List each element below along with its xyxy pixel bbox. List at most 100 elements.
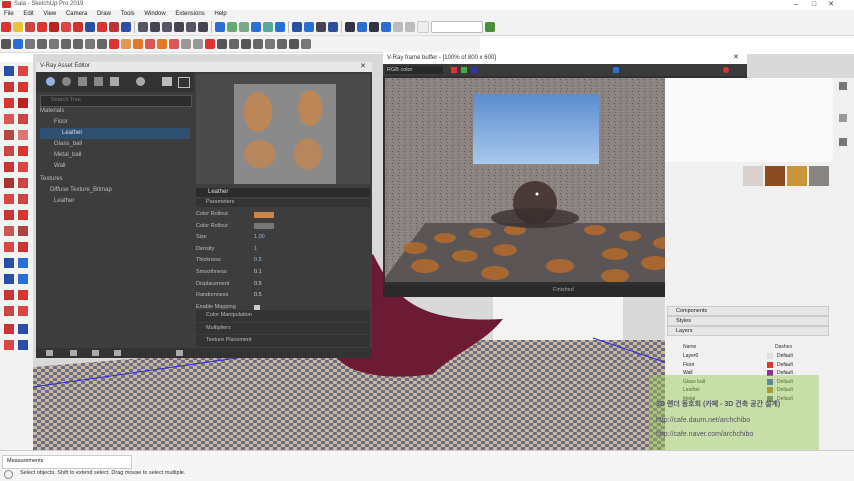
texture-item-bitmap[interactable]: Diffuse Texture_Bitmap xyxy=(40,185,190,196)
mesh-light-icon[interactable] xyxy=(169,39,179,49)
tray-detail-icon[interactable] xyxy=(839,114,847,122)
frame-icon[interactable] xyxy=(73,39,83,49)
geolocation-icon[interactable] xyxy=(369,22,379,32)
displacement-value[interactable]: 0.5 xyxy=(254,279,262,291)
eraser-icon[interactable] xyxy=(25,22,35,32)
rollout-components[interactable]: Components xyxy=(667,306,829,316)
blue-channel-icon[interactable] xyxy=(471,67,477,73)
smoothness-value[interactable]: 0.1 xyxy=(254,267,262,279)
settings-footer-icon[interactable] xyxy=(46,350,53,356)
photo-match-icon[interactable] xyxy=(85,39,95,49)
help-icon[interactable] xyxy=(4,470,13,479)
rotate-icon[interactable] xyxy=(109,22,119,32)
section-plane-icon[interactable] xyxy=(292,22,302,32)
parameters-rollout[interactable]: Parameters xyxy=(196,199,370,207)
layer-dropdown[interactable] xyxy=(431,21,483,33)
move-icon[interactable] xyxy=(97,22,107,32)
select-icon[interactable] xyxy=(1,22,11,32)
layer-row[interactable]: Floor Default xyxy=(667,361,829,370)
scene-icon[interactable] xyxy=(61,39,71,49)
fog-icon[interactable] xyxy=(357,22,367,32)
randomness-value[interactable]: 0.5 xyxy=(254,290,262,302)
monochrome-icon[interactable] xyxy=(275,22,285,32)
delete-icon[interactable] xyxy=(114,350,121,356)
mesh-export-icon[interactable] xyxy=(229,39,239,49)
right-view-icon[interactable] xyxy=(174,22,184,32)
frame-buffer-window-icon[interactable] xyxy=(178,77,190,88)
size-value[interactable]: 1.00 xyxy=(254,232,265,244)
print-icon[interactable] xyxy=(97,39,107,49)
shadows-icon[interactable] xyxy=(345,22,355,32)
menu-file[interactable]: File xyxy=(0,10,18,19)
wireframe-icon[interactable] xyxy=(227,22,237,32)
time-field-icon[interactable] xyxy=(417,21,429,33)
push-pull-icon[interactable] xyxy=(73,22,83,32)
menu-tools[interactable]: Tools xyxy=(117,10,139,19)
textured-icon[interactable] xyxy=(263,22,273,32)
walk-icon[interactable] xyxy=(1,39,11,49)
orbit-icon[interactable] xyxy=(85,22,95,32)
dome-light-icon[interactable] xyxy=(181,39,191,49)
tree-item-leather[interactable]: Leather xyxy=(40,128,190,139)
frame-buffer-close-button[interactable]: ✕ xyxy=(733,52,739,64)
tree-item-glass-ball[interactable]: Glass_ball xyxy=(40,139,190,150)
menu-window[interactable]: Window xyxy=(140,10,169,19)
xray-icon[interactable] xyxy=(215,22,225,32)
menu-extensions[interactable]: Extensions xyxy=(171,10,208,19)
swatch-stone[interactable] xyxy=(809,166,829,186)
shaded-icon[interactable] xyxy=(251,22,261,32)
textures-category-icon[interactable] xyxy=(94,77,103,86)
color1-swatch[interactable] xyxy=(254,211,274,218)
maximize-button[interactable]: □ xyxy=(806,0,822,10)
close-button[interactable]: ✕ xyxy=(823,0,839,10)
batch-render-icon[interactable] xyxy=(277,39,287,49)
region-render-icon[interactable] xyxy=(613,67,619,73)
infinite-plane-icon[interactable] xyxy=(193,39,203,49)
purge-icon[interactable] xyxy=(176,350,183,356)
cloud-render-icon[interactable] xyxy=(301,39,311,49)
menu-view[interactable]: View xyxy=(39,10,60,19)
rollout-color-manipulation[interactable]: Color Manipulation xyxy=(196,310,370,322)
green-channel-icon[interactable] xyxy=(461,67,467,73)
measurements-box[interactable]: Measurements xyxy=(2,455,132,469)
render-icon[interactable] xyxy=(241,39,251,49)
layer-color-swatch[interactable] xyxy=(767,361,773,368)
tree-item-metal-ball[interactable]: Metal_ball xyxy=(40,150,190,161)
render-elements-category-icon[interactable] xyxy=(110,77,119,86)
outliner-icon[interactable] xyxy=(393,22,403,32)
settings-gear-icon[interactable] xyxy=(136,77,145,86)
paint-bucket-icon[interactable] xyxy=(13,22,23,32)
group-icon[interactable] xyxy=(37,39,47,49)
style-icon[interactable] xyxy=(381,22,391,32)
import-icon[interactable] xyxy=(70,350,77,356)
lights-category-icon[interactable] xyxy=(62,77,71,86)
minimize-button[interactable]: – xyxy=(788,0,804,10)
left-tool-icons[interactable] xyxy=(0,62,33,450)
sun-icon[interactable] xyxy=(121,39,131,49)
eyedropper-icon[interactable] xyxy=(839,138,847,146)
rectangle-icon[interactable] xyxy=(61,22,71,32)
density-value[interactable]: 1 xyxy=(254,244,257,256)
camera-icon[interactable] xyxy=(49,39,59,49)
geometry-category-icon[interactable] xyxy=(78,77,87,86)
ies-light-icon[interactable] xyxy=(157,39,167,49)
menu-camera[interactable]: Camera xyxy=(62,10,91,19)
red-channel-icon[interactable] xyxy=(451,67,457,73)
color2-swatch[interactable] xyxy=(254,223,274,230)
menu-draw[interactable]: Draw xyxy=(93,10,115,19)
texture-item-leather[interactable]: Leather xyxy=(40,196,190,207)
denoiser-icon[interactable] xyxy=(289,39,299,49)
thickness-value[interactable]: 0.5 xyxy=(254,255,262,267)
component-icon[interactable] xyxy=(25,39,35,49)
swatch-leather[interactable] xyxy=(765,166,785,186)
cut-icon[interactable] xyxy=(109,39,119,49)
rollout-texture-placement[interactable]: Texture Placement xyxy=(196,335,370,347)
tree-item-floor[interactable]: Floor xyxy=(40,117,190,128)
tray-nav-icon[interactable] xyxy=(839,82,847,90)
home-icon[interactable] xyxy=(13,39,23,49)
arc-icon[interactable] xyxy=(49,22,59,32)
swatch-floor[interactable] xyxy=(787,166,807,186)
iso-view-icon[interactable] xyxy=(138,22,148,32)
spot-light-icon[interactable] xyxy=(145,39,155,49)
top-view-icon[interactable] xyxy=(150,22,160,32)
